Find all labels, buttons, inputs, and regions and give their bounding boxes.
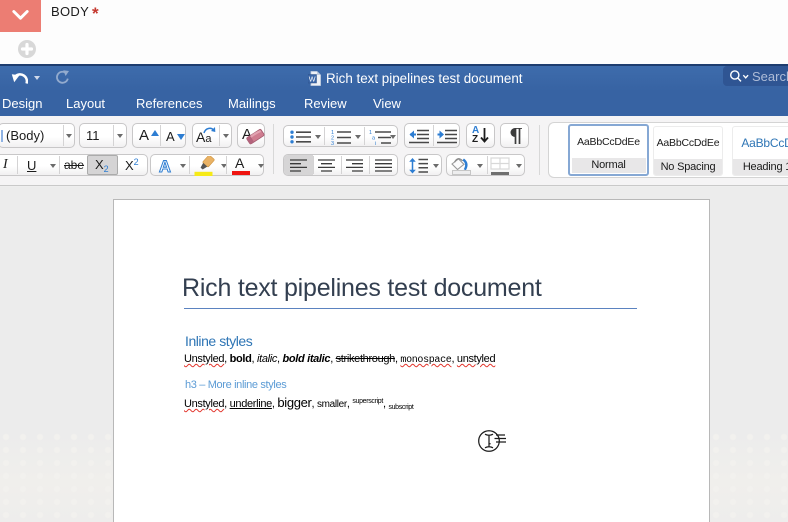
svg-text:W: W — [309, 74, 316, 83]
svg-text:3: 3 — [331, 141, 334, 145]
svg-text:A: A — [159, 158, 171, 175]
svg-text:i: i — [375, 141, 376, 145]
